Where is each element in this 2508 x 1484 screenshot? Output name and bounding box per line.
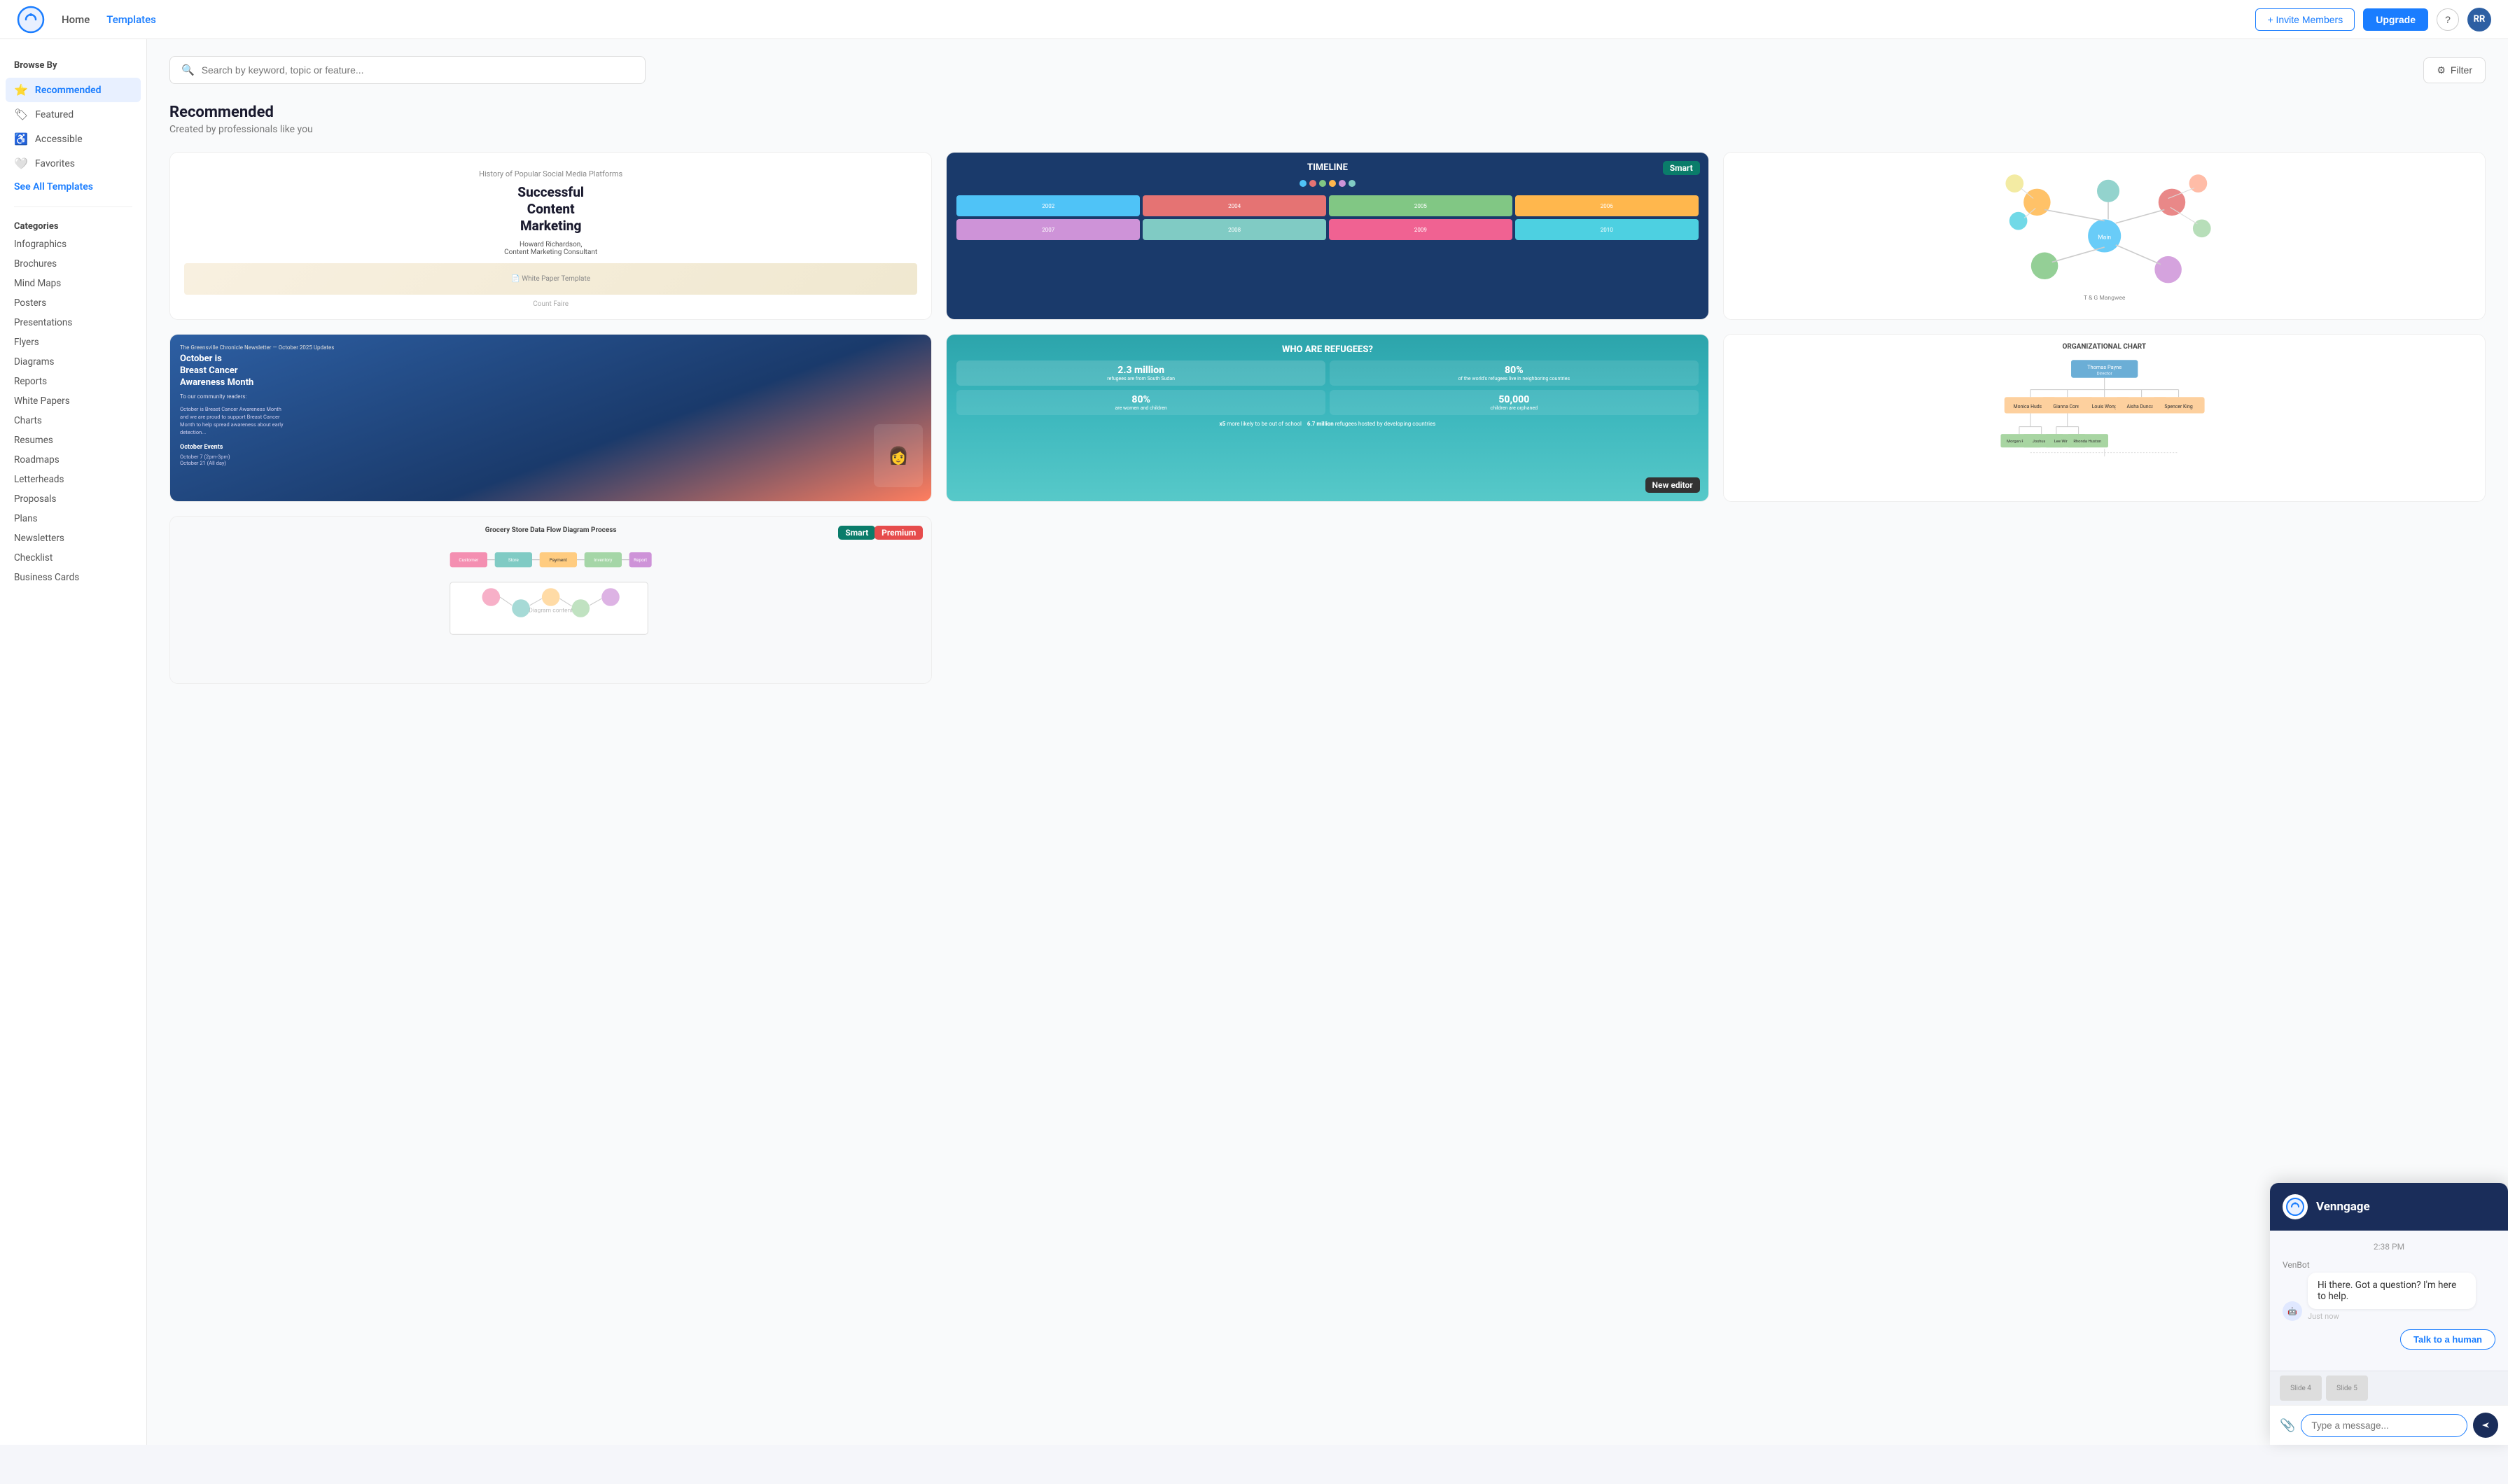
svg-text:Aisha Duncan: Aisha Duncan [2126,404,2156,410]
template-card[interactable]: The Greensville Chronicle Newsletter — O… [169,334,932,502]
template-grid: History of Popular Social Media Platform… [169,152,2486,684]
sidebar-item-letterheads[interactable]: Letterheads [0,470,146,489]
smart-badge: Smart [838,526,875,540]
sidebar-item-infographics[interactable]: Infographics [0,234,146,254]
chat-body: 2:38 PM VenBot 🤖 Hi there. Got a questio… [2270,1231,2508,1371]
svg-text:Thomas Payne: Thomas Payne [2087,364,2122,370]
browse-by-title: Browse By [0,60,146,78]
categories-title: Categories [0,216,146,234]
help-button[interactable]: ? [2437,8,2459,31]
template-card[interactable]: Smart Premium Grocery Store Data Flow Di… [169,516,932,684]
svg-text:Payment: Payment [550,557,567,563]
chat-input[interactable] [2301,1414,2467,1437]
invite-members-button[interactable]: + Invite Members [2255,8,2355,31]
svg-text:Main: Main [2098,234,2111,241]
chat-bot-name: VenBot [2283,1260,2495,1270]
slide-thumbnail[interactable]: Slide 5 [2326,1376,2368,1401]
section-subtitle: Created by professionals like you [169,124,2486,135]
chat-header: Venngage [2270,1183,2508,1231]
svg-text:Store: Store [508,557,520,563]
sidebar-item-presentations[interactable]: Presentations [0,313,146,332]
sidebar-divider [14,206,132,207]
header-actions: + Invite Members Upgrade ? RR [2255,8,2491,31]
avatar[interactable]: RR [2467,8,2491,31]
upgrade-button[interactable]: Upgrade [2363,8,2428,31]
svg-text:Director: Director [2096,370,2112,376]
sidebar-item-reports[interactable]: Reports [0,372,146,391]
sidebar-item-favorites[interactable]: 🤍 Favorites [0,151,146,176]
search-bar[interactable]: 🔍 [169,56,646,84]
chat-message-row: 🤖 Hi there. Got a question? I'm here to … [2283,1273,2495,1321]
talk-to-human-button[interactable]: Talk to a human [2400,1329,2495,1350]
accessible-icon: ♿ [14,132,28,146]
sidebar-item-brochures[interactable]: Brochures [0,254,146,274]
smart-badge: Smart [1663,161,1700,175]
sidebar-item-business-cards[interactable]: Business Cards [0,568,146,587]
template-card[interactable]: Smart TIMELINE 2002 2004 2005 [946,152,1708,320]
chat-send-button[interactable] [2473,1413,2498,1438]
main-nav: Home Templates [62,13,156,26]
chat-logo [2283,1194,2308,1219]
featured-icon: 🏷 [14,108,28,121]
section-title: Recommended [169,104,2486,121]
chat-cta: Talk to a human [2283,1329,2495,1350]
chat-bot-avatar: 🤖 [2283,1301,2302,1321]
search-icon: 🔍 [181,64,195,76]
new-editor-badge: New editor [1645,477,1700,493]
svg-text:Spencer King: Spencer King [2164,404,2192,410]
filter-button[interactable]: ⚙ Filter [2423,57,2486,83]
sidebar-item-proposals[interactable]: Proposals [0,489,146,509]
search-bar-row: 🔍 ⚙ Filter [169,56,2486,84]
premium-badge: Premium [875,526,923,540]
sidebar-item-diagrams[interactable]: Diagrams [0,352,146,372]
template-card[interactable]: ORGANIZATIONAL CHART Thomas Payne Direct… [1723,334,2486,502]
sidebar-item-flyers[interactable]: Flyers [0,332,146,352]
layout: Browse By ⭐ Recommended 🏷 Featured ♿ Acc… [0,39,2508,1445]
sidebar-item-plans[interactable]: Plans [0,509,146,528]
sidebar-item-mind-maps[interactable]: Mind Maps [0,274,146,293]
sidebar-item-accessible[interactable]: ♿ Accessible [0,127,146,151]
favorites-icon: 🤍 [14,157,28,170]
sidebar-item-white-papers[interactable]: White Papers [0,391,146,411]
chat-message-time: Just now [2308,1312,2476,1321]
svg-text:Gianna Corey: Gianna Corey [2053,404,2082,410]
svg-text:Louis Wong: Louis Wong [2091,404,2117,410]
template-card[interactable]: History of Popular Social Media Platform… [169,152,932,320]
chat-brand-name: Venngage [2316,1200,2370,1214]
chat-widget: Venngage 2:38 PM VenBot 🤖 Hi there. Got … [2270,1183,2508,1445]
filter-icon: ⚙ [2437,64,2446,76]
svg-text:Customer: Customer [459,557,479,563]
nav-home[interactable]: Home [62,13,90,26]
sidebar-item-charts[interactable]: Charts [0,411,146,430]
template-card[interactable]: Smart Main [1723,152,2486,320]
app-logo[interactable] [17,6,45,34]
chat-bubble: Hi there. Got a question? I'm here to he… [2308,1273,2476,1309]
sidebar-item-posters[interactable]: Posters [0,293,146,313]
chat-footer: 📎 [2270,1405,2508,1445]
sidebar: Browse By ⭐ Recommended 🏷 Featured ♿ Acc… [0,39,147,1445]
sidebar-item-resumes[interactable]: Resumes [0,430,146,450]
svg-text:Inventory: Inventory [594,557,612,563]
main-content: 🔍 ⚙ Filter Recommended Created by profes… [147,39,2508,1445]
header: Home Templates + Invite Members Upgrade … [0,0,2508,39]
svg-text:Diagram content: Diagram content [529,607,573,614]
svg-text:Report: Report [634,557,647,563]
attach-icon[interactable]: 📎 [2280,1418,2295,1433]
sidebar-item-newsletters[interactable]: Newsletters [0,528,146,548]
recommended-icon: ⭐ [14,83,28,97]
chat-slides: Slide 4 Slide 5 [2270,1371,2508,1405]
slide-thumbnail[interactable]: Slide 4 [2280,1376,2322,1401]
sidebar-item-roadmaps[interactable]: Roadmaps [0,450,146,470]
svg-text:Rhonda Huston: Rhonda Huston [2073,440,2101,444]
template-card[interactable]: WHO ARE REFUGEES? 2.3 million refugees a… [946,334,1708,502]
sidebar-item-featured[interactable]: 🏷 Featured [0,102,146,127]
nav-templates[interactable]: Templates [106,13,156,26]
sidebar-item-see-all-templates[interactable]: See All Templates [0,176,146,198]
sidebar-item-recommended[interactable]: ⭐ Recommended [6,78,141,102]
chat-timestamp: 2:38 PM [2283,1242,2495,1252]
search-input[interactable] [202,64,634,76]
sidebar-item-checklist[interactable]: Checklist [0,548,146,568]
svg-text:T & G Mangwee: T & G Mangwee [2084,295,2126,302]
